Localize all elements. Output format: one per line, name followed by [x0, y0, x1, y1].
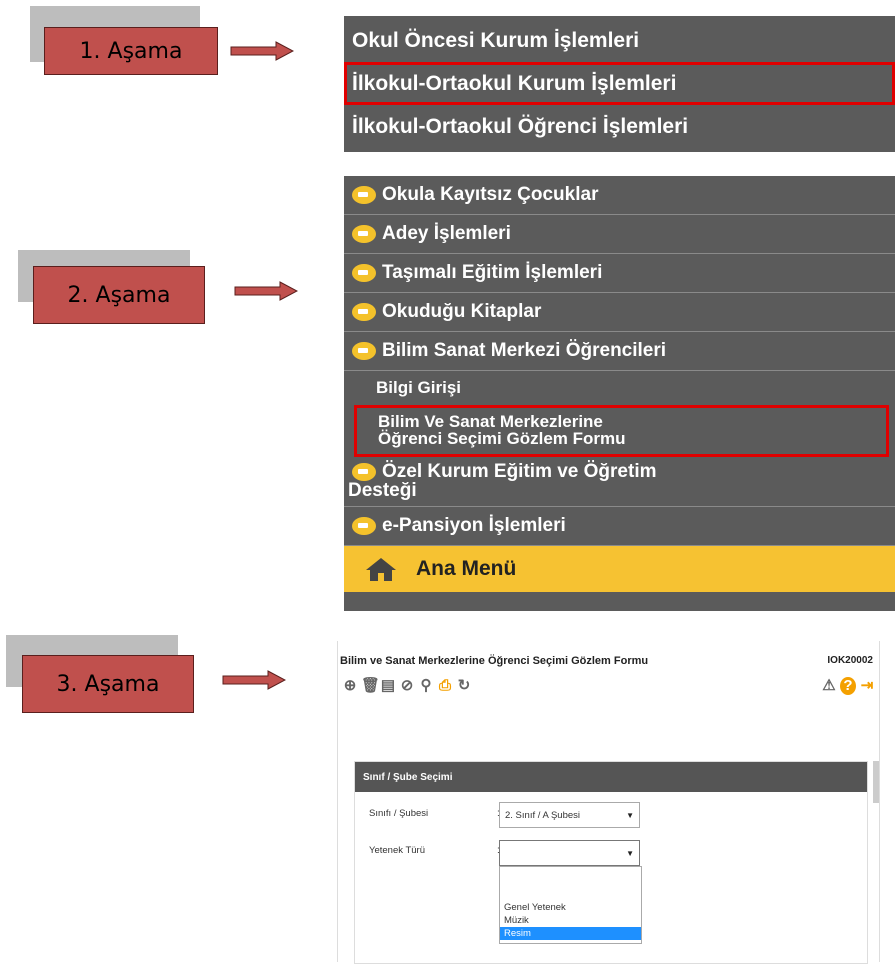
submenu-item-gozlem-formu[interactable]: Bilim Ve Sanat Merkezlerine Öğrenci Seçi…: [354, 405, 889, 457]
talent-select[interactable]: ▼: [499, 840, 640, 866]
arrow-circle-icon: [352, 303, 376, 321]
home-menu-label: Ana Menü: [416, 557, 517, 580]
arrow-circle-icon: [352, 186, 376, 204]
step-2-label: 2. Aşama: [67, 282, 171, 308]
observation-form-window: Bilim ve Sanat Merkezlerine Öğrenci Seçi…: [337, 641, 880, 964]
arrow-circle-icon: [352, 264, 376, 282]
talent-dropdown-list: Genel Yetenek Müzik Resim: [499, 866, 642, 944]
print-icon[interactable]: ⎙: [437, 677, 453, 695]
cancel-icon[interactable]: ⊘: [399, 677, 415, 695]
menu-item-label-line2: Desteği: [348, 480, 417, 501]
add-icon[interactable]: ⊕: [342, 677, 358, 695]
menu-item-okudugu-kitaplar[interactable]: Okuduğu Kitaplar: [344, 293, 895, 332]
menu-item-label: İlkokul-Ortaokul Öğrenci İşlemleri: [352, 114, 689, 138]
talent-field-label: Yetenek Türü: [369, 845, 425, 856]
dropdown-option[interactable]: Genel Yetenek: [500, 901, 641, 914]
search-icon[interactable]: ⚲: [418, 677, 434, 695]
delete-icon[interactable]: 🗑: [361, 677, 380, 695]
step-1-box: 1. Aşama: [44, 27, 218, 75]
step-3-box: 3. Aşama: [22, 655, 194, 713]
chevron-down-icon: ▼: [626, 848, 634, 858]
home-menu-bar[interactable]: Ana Menü: [344, 546, 895, 592]
student-operations-menu: Okula Kayıtsız Çocuklar Adey İşlemleri T…: [344, 176, 895, 611]
class-field-label: Sınıfı / Şubesi: [369, 808, 429, 819]
dropdown-option-selected[interactable]: Resim: [500, 927, 641, 940]
step-2-arrow-icon: [234, 281, 298, 301]
dropdown-option[interactable]: Müzik: [500, 914, 641, 927]
toolbar: ⊕ 🗑 ▤ ⊘ ⚲ ⎙ ↻: [342, 677, 472, 695]
menu-item-okul-oncesi[interactable]: Okul Öncesi Kurum İşlemleri: [344, 19, 895, 62]
class-section-card: Sınıf / Şube Seçimi Sınıfı / Şubesi : 2.…: [354, 761, 868, 964]
step-3-label: 3. Aşama: [56, 671, 160, 697]
menu-item-label: İlkokul-Ortaokul Kurum İşlemleri: [352, 71, 677, 95]
menu-item-label: Bilim Sanat Merkezi Öğrencileri: [382, 340, 667, 361]
submenu-item-label-line1: Bilim Ve Sanat Merkezlerine: [378, 412, 603, 431]
menu-item-label: e-Pansiyon İşlemleri: [382, 515, 566, 536]
scrollbar[interactable]: [873, 761, 879, 803]
submenu-item-label-line2: Öğrenci Seçimi Gözlem Formu: [378, 429, 626, 448]
menu-item-adey[interactable]: Adey İşlemleri: [344, 215, 895, 254]
menu-item-kayitsiz-cocuklar[interactable]: Okula Kayıtsız Çocuklar: [344, 176, 895, 215]
form-title: Bilim ve Sanat Merkezlerine Öğrenci Seçi…: [340, 655, 649, 667]
form-code: IOK20002: [827, 655, 873, 666]
menu-item-label: Taşımalı Eğitim İşlemleri: [382, 262, 603, 283]
section-title: Sınıf / Şube Seçimi: [355, 762, 867, 792]
refresh-icon[interactable]: ↻: [456, 677, 472, 695]
menu-item-label: Okul Öncesi Kurum İşlemleri: [352, 28, 640, 52]
submenu-item-bilgi-girisi[interactable]: Bilgi Girişi: [344, 371, 895, 405]
menu-item-ilkokul-ogrenci[interactable]: İlkokul-Ortaokul Öğrenci İşlemleri: [344, 105, 895, 148]
step-1-label: 1. Aşama: [79, 38, 183, 64]
menu-item-label: Adey İşlemleri: [382, 223, 511, 244]
arrow-circle-icon: [352, 462, 376, 481]
menu-item-bilim-sanat[interactable]: Bilim Sanat Merkezi Öğrencileri: [344, 332, 895, 371]
step-2-box: 2. Aşama: [33, 266, 205, 324]
home-icon: [366, 558, 396, 581]
menu-item-e-pansiyon[interactable]: e-Pansiyon İşlemleri: [344, 507, 895, 546]
arrow-circle-icon: [352, 342, 376, 360]
warning-icon[interactable]: ⚠: [821, 677, 837, 695]
menu-item-label-line1: Özel Kurum Eğitim ve Öğretim: [382, 461, 657, 482]
menu-item-tasimali[interactable]: Taşımalı Eğitim İşlemleri: [344, 254, 895, 293]
menu-item-ilkokul-kurum[interactable]: İlkokul-Ortaokul Kurum İşlemleri: [344, 62, 895, 105]
exit-icon[interactable]: ⇥: [859, 677, 875, 695]
chevron-down-icon: ▼: [626, 810, 634, 820]
institution-menu: Okul Öncesi Kurum İşlemleri İlkokul-Orta…: [344, 16, 895, 152]
class-select-value: 2. Sınıf / A Şubesi: [505, 809, 580, 821]
menu-item-ozel-kurum[interactable]: Özel Kurum Eğitim ve Öğretim Desteği: [344, 457, 895, 507]
class-select[interactable]: 2. Sınıf / A Şubesi ▼: [499, 802, 640, 828]
arrow-circle-icon: [352, 517, 376, 535]
toolbar-right: ⚠ ? ⇥: [821, 677, 875, 695]
step-1-arrow-icon: [230, 41, 294, 61]
arrow-circle-icon: [352, 225, 376, 243]
menu-item-label: Okula Kayıtsız Çocuklar: [382, 184, 599, 205]
menu-item-label: Okuduğu Kitaplar: [382, 301, 542, 322]
help-icon[interactable]: ?: [840, 677, 856, 695]
step-3-arrow-icon: [222, 670, 286, 690]
save-icon[interactable]: ▤: [380, 677, 396, 695]
submenu-item-label: Bilgi Girişi: [376, 378, 462, 397]
